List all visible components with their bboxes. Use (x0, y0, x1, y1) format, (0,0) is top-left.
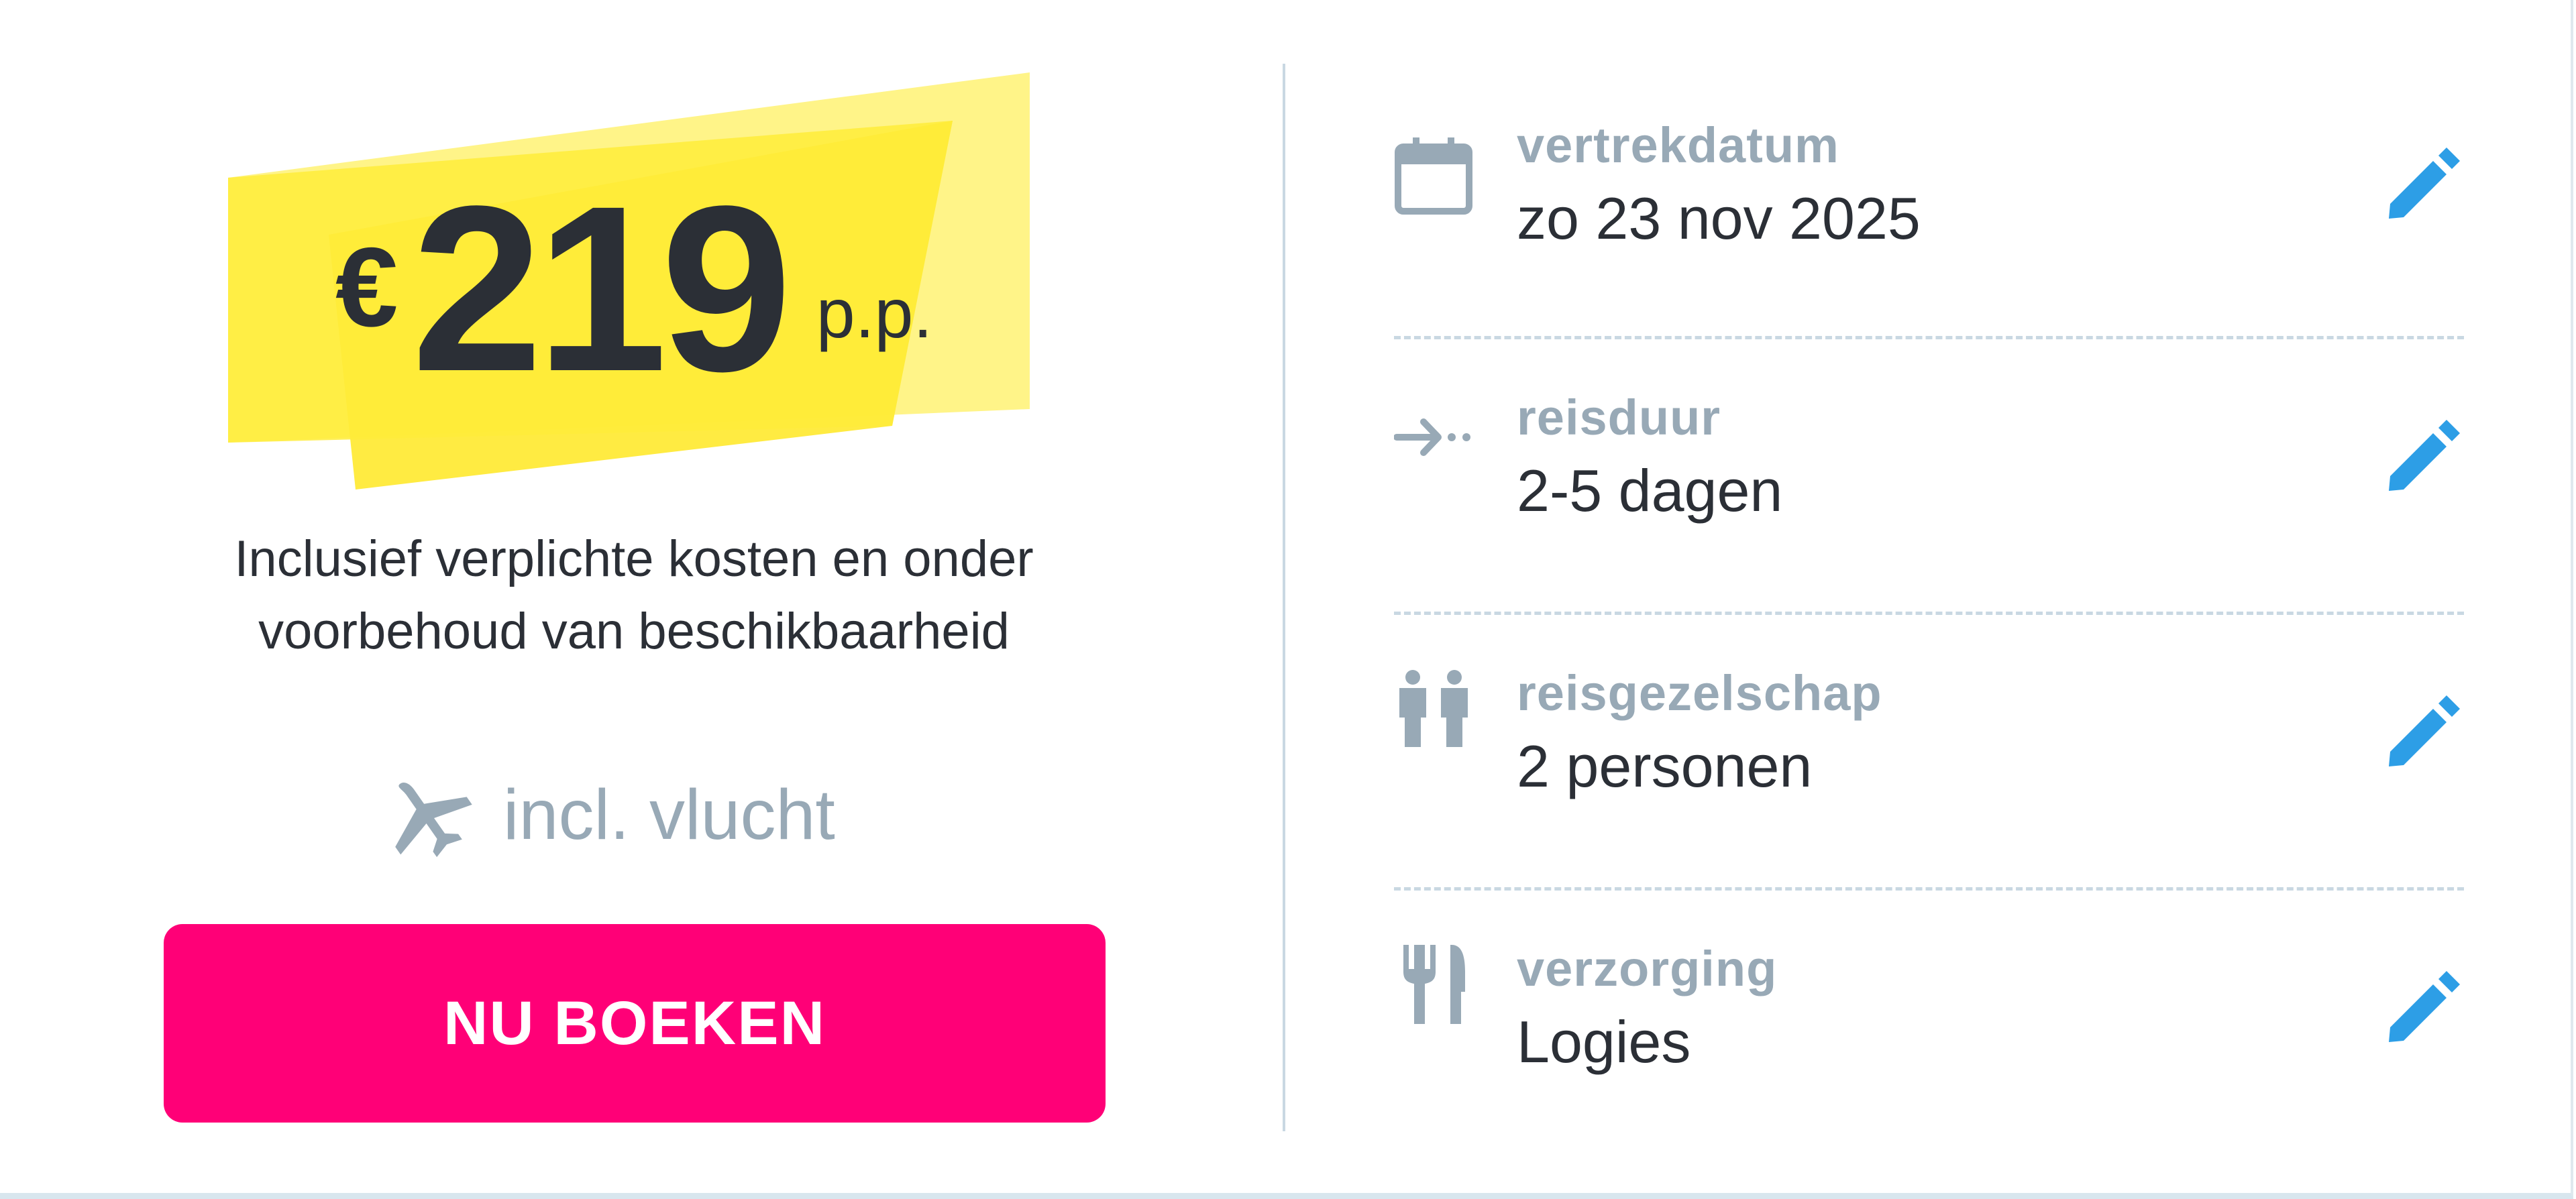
detail-label-travel-party: reisgezelschap (1517, 665, 1882, 721)
panel-divider (1283, 64, 1285, 1131)
detail-row-departure-date[interactable]: vertrekdatum zo 23 nov 2025 (1394, 64, 2464, 339)
flight-included-label: incl. vlucht (503, 775, 835, 854)
cutlery-icon (1403, 945, 1465, 1024)
detail-label-board: verzorging (1517, 941, 1778, 996)
detail-label-departure-date: vertrekdatum (1517, 117, 1839, 173)
detail-value-departure-date: zo 23 nov 2025 (1517, 185, 1921, 251)
pencil-icon[interactable] (2383, 412, 2464, 492)
per-person-label: p.p. (816, 274, 933, 353)
price-disclaimer-line-2: voorbehoud van beschikbaarheid (258, 603, 1010, 660)
detail-value-board: Logies (1517, 1009, 1691, 1075)
arrow-right-icon (1394, 418, 1470, 456)
currency-symbol: € (335, 223, 398, 350)
people-icon (1399, 670, 1468, 747)
flight-included: incl. vlucht (376, 771, 835, 858)
detail-value-duration: 2-5 dagen (1517, 457, 1783, 524)
detail-row-travel-party[interactable]: reisgezelschap 2 personen (1394, 615, 2464, 891)
booking-card: € 219 p.p. Inclusief verplichte kosten e… (0, 0, 2573, 1199)
pencil-icon[interactable] (2383, 139, 2464, 220)
price-disclaimer-line-1: Inclusief verplichte kosten en onder (234, 530, 1034, 587)
trip-details: vertrekdatum zo 23 nov 2025 reisduur 2-5… (1394, 64, 2464, 1166)
plane-icon (395, 782, 472, 858)
price-highlight: € 219 p.p. (228, 67, 1060, 496)
pencil-icon[interactable] (2383, 687, 2464, 768)
detail-value-travel-party: 2 personen (1517, 733, 1813, 799)
pencil-icon[interactable] (2383, 963, 2464, 1043)
detail-label-duration: reisduur (1517, 390, 1721, 445)
book-now-button[interactable]: NU BOEKEN (164, 924, 1106, 1123)
calendar-icon (1395, 137, 1472, 215)
price-amount: 219 (411, 156, 792, 420)
detail-row-duration[interactable]: reisduur 2-5 dagen (1394, 339, 2464, 615)
detail-row-board[interactable]: verzorging Logies (1394, 891, 2464, 1166)
price-display: € 219 p.p. (335, 156, 933, 420)
price-disclaimer: Inclusief verplichte kosten en onder voo… (134, 523, 1134, 668)
